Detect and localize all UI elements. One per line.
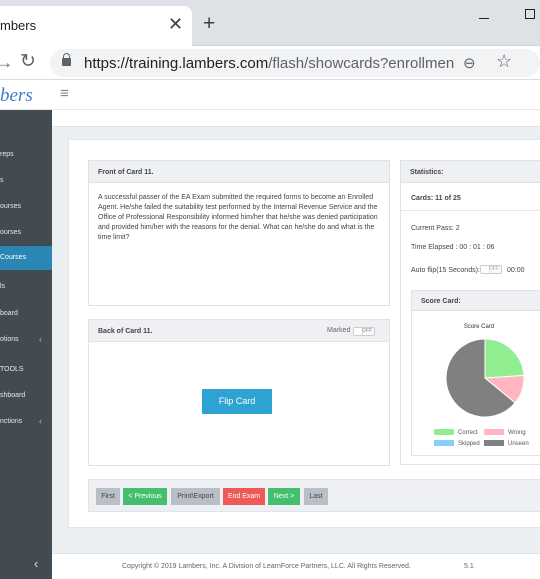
current-pass: Current Pass: 2 (411, 225, 460, 232)
sidebar-item[interactable]: TOOLS (0, 358, 52, 382)
divider (401, 210, 540, 211)
autoflip-timer: 00:00 (507, 267, 525, 274)
chart-title: Score Card (464, 324, 494, 330)
sidebar-item[interactable]: nctions ‹ (0, 410, 52, 434)
next-button[interactable]: Next > (268, 488, 300, 505)
sidebar-item-label: s (0, 177, 4, 184)
forward-arrow-icon[interactable]: → (0, 54, 13, 71)
marked-label: Marked (327, 327, 351, 334)
sidebar-item[interactable]: ourses (0, 195, 52, 219)
time-elapsed: Time Elapsed : 00 : 01 : 06 (411, 244, 495, 251)
footer: Copyright © 2019 Lambers, Inc. A Divisio… (52, 553, 540, 579)
sidebar-item[interactable]: otions ‹ (0, 328, 52, 352)
statistics-panel: Statistics: Cards: 11 of 25 Current Pass… (400, 160, 540, 465)
legend-swatch-wrong (484, 429, 504, 435)
sidebar-collapse-button[interactable]: ‹ (0, 550, 52, 579)
url-domain: https://training.lambers.com (84, 55, 269, 72)
sidebar-item[interactable]: ls (0, 275, 52, 299)
marked-toggle[interactable]: OFF (353, 327, 375, 336)
sidebar-item-active[interactable]: Courses (0, 246, 52, 270)
sidebar-item[interactable]: s (0, 169, 52, 193)
front-card-panel: Front of Card 11. A successful passer of… (88, 160, 390, 306)
zoom-out-icon[interactable]: ⊖ (463, 54, 476, 72)
lock-icon[interactable] (62, 53, 71, 66)
chevron-left-icon: ‹ (39, 416, 42, 426)
sidebar-item-label: Courses (0, 254, 27, 261)
score-chart: Score Card Correct Wrong Skipped Unseen (434, 324, 529, 447)
maximize-icon[interactable] (525, 9, 535, 19)
sidebar-item-label: shboard (0, 392, 26, 399)
legend-swatch-correct (434, 429, 454, 435)
tab-title: mbers (0, 18, 37, 33)
toggle-state: OFF (489, 266, 499, 272)
legend-label-correct: Correct (458, 430, 478, 436)
address-bar[interactable]: https://training.lambers.com/flash/showc… (50, 49, 540, 77)
front-card-title: Front of Card 11. (89, 161, 389, 183)
sidebar-item[interactable]: reps (0, 143, 52, 167)
main-area: Front of Card 11. A successful passer of… (52, 110, 540, 579)
sidebar-item-label: otions (0, 336, 19, 343)
legend-swatch-skipped (434, 440, 454, 446)
end-exam-button[interactable]: End Exam (223, 488, 265, 505)
chevron-left-icon: ‹ (34, 556, 39, 571)
legend-label-unseen: Unseen (508, 441, 529, 447)
legend-label-wrong: Wrong (508, 430, 526, 436)
sidebar-item-label: ourses (0, 229, 22, 236)
version-text: 5.1 (464, 563, 474, 570)
sidebar-item-label: reps (0, 151, 14, 158)
browser-toolbar: → ↻ https://training.lambers.com/flash/s… (0, 46, 540, 80)
chevron-left-icon: ‹ (39, 334, 42, 344)
sidebar-item-label: nctions (0, 418, 23, 425)
reload-icon[interactable]: ↻ (20, 52, 36, 71)
first-button[interactable]: First (96, 488, 120, 505)
url-path: /flash/showcards?enrollment... (268, 55, 454, 72)
sidebar-item[interactable]: ourses (0, 221, 52, 245)
card-pager: First < Previous Print\Export End Exam N… (88, 479, 540, 512)
autoflip-label: Auto flip(15 Seconds): (411, 267, 480, 274)
url-text[interactable]: https://training.lambers.com/flash/showc… (84, 55, 454, 72)
sidebar: reps s ourses ourses Courses ls board ot… (0, 110, 52, 550)
flip-card-button[interactable]: Flip Card (202, 389, 272, 414)
previous-button[interactable]: < Previous (123, 488, 167, 505)
print-export-button[interactable]: Print\Export (171, 488, 220, 505)
sidebar-item-label: ls (0, 283, 6, 290)
new-tab-icon[interactable]: + (203, 13, 215, 34)
minimize-icon[interactable] (479, 18, 489, 19)
legend-swatch-unseen (484, 440, 504, 446)
browser-tabstrip: mbers ✕ + (0, 0, 540, 46)
browser-tab[interactable]: mbers ✕ (0, 6, 192, 46)
legend-label-skipped: Skipped (458, 441, 480, 447)
app-header: bers ≡ (0, 80, 540, 110)
content-card: Front of Card 11. A successful passer of… (68, 139, 540, 528)
sidebar-item[interactable]: shboard (0, 384, 52, 408)
hamburger-menu-icon[interactable]: ≡ (60, 85, 69, 102)
cards-count: Cards: 11 of 25 (411, 195, 461, 202)
tab-close-icon[interactable]: ✕ (168, 15, 183, 33)
sidebar-item[interactable]: board (0, 302, 52, 326)
back-card-panel: Back of Card 11. Marked OFF Flip Card (88, 319, 390, 466)
autoflip-toggle[interactable]: OFF (480, 265, 502, 274)
bookmark-star-icon[interactable]: ☆ (496, 51, 512, 72)
sidebar-item-label: TOOLS (0, 366, 24, 373)
sub-header (52, 110, 540, 127)
statistics-title: Statistics: (401, 161, 540, 183)
sidebar-item-label: ourses (0, 203, 22, 210)
logo[interactable]: bers (0, 85, 33, 107)
back-card-header: Back of Card 11. Marked OFF (89, 320, 389, 342)
last-button[interactable]: Last (304, 488, 328, 505)
back-card-title: Back of Card 11. (98, 328, 153, 335)
copyright-text: Copyright © 2019 Lambers, Inc. A Divisio… (122, 563, 411, 570)
front-card-text: A successful passer of the EA Exam submi… (98, 194, 378, 241)
score-card-panel: Score Card: Score Card Correct Wrong Skippe… (411, 290, 540, 456)
sidebar-item-label: board (0, 310, 18, 317)
toggle-state: OFF (362, 328, 372, 334)
score-card-title: Score Card: (412, 291, 540, 311)
pie-slice-correct (484, 338, 525, 379)
